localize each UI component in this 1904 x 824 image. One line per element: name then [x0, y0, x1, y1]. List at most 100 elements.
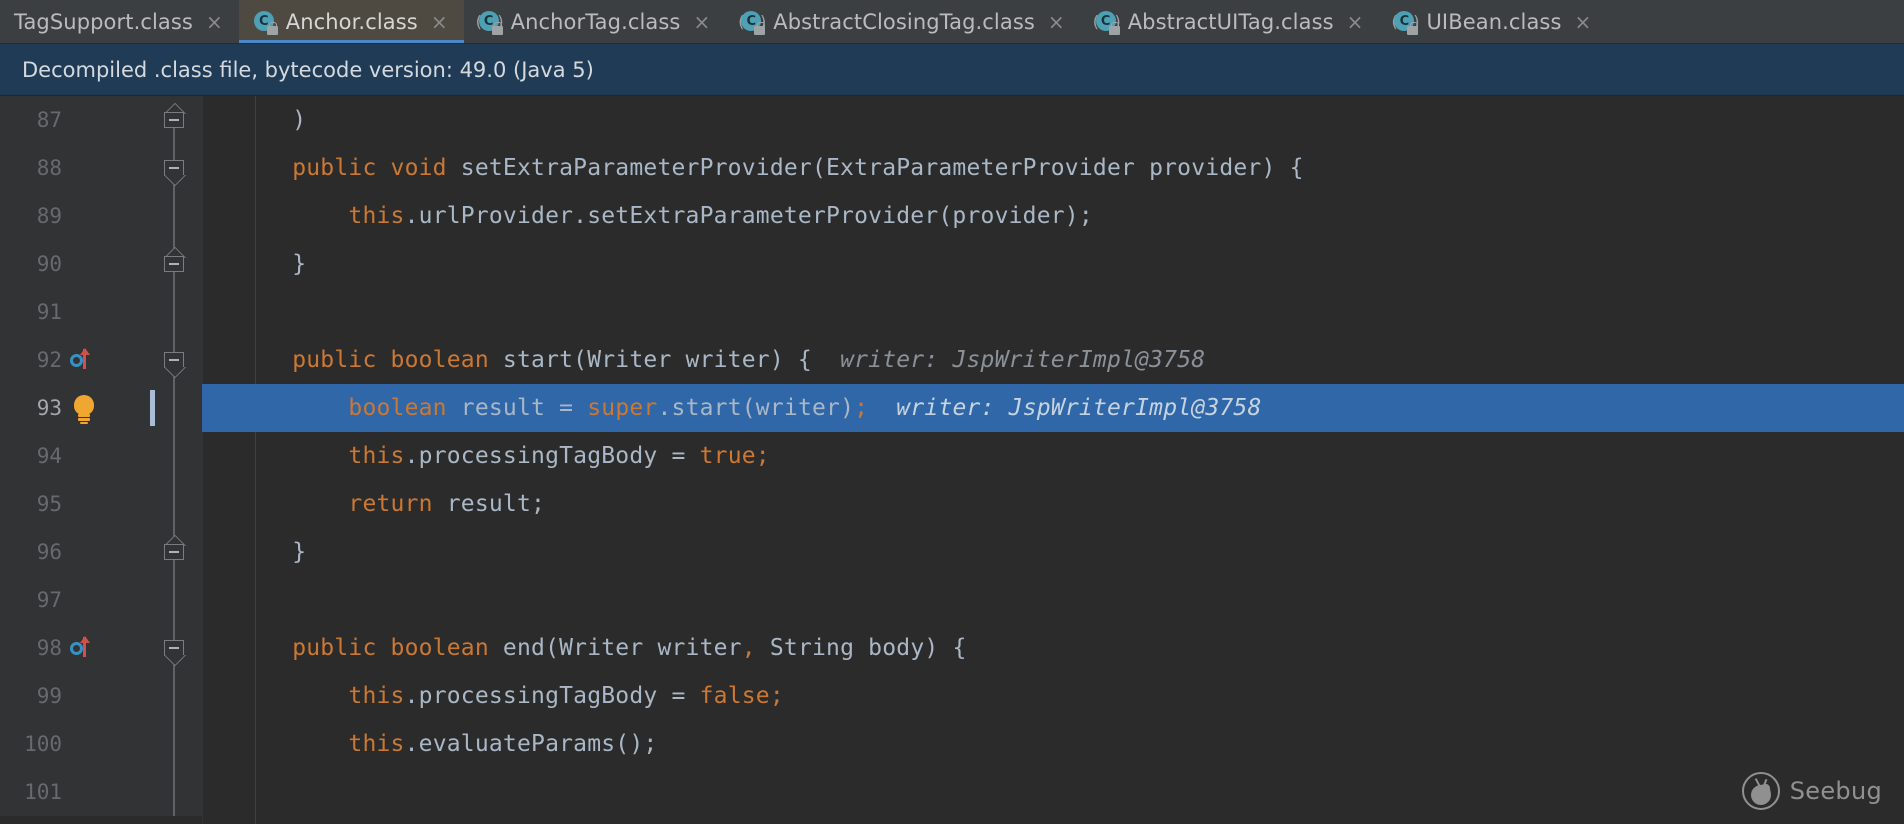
code-folding-column[interactable]	[146, 432, 202, 480]
gutter[interactable]: 88	[0, 144, 146, 192]
gutter[interactable]: 96	[0, 528, 146, 576]
code-line-89[interactable]: 89 this.urlProvider.setExtraParameterPro…	[0, 192, 1904, 240]
banner-message: Decompiled .class file, bytecode version…	[22, 58, 594, 82]
editor-tab-anchor-class[interactable]: CAnchor.class×	[239, 0, 464, 44]
code-folding-column[interactable]	[146, 672, 202, 720]
code-text[interactable]: public boolean end(Writer writer, String…	[202, 624, 1904, 672]
code-line-92[interactable]: 92 public boolean start(Writer writer) {…	[0, 336, 1904, 384]
code-text[interactable]: this.processingTagBody = true;	[202, 432, 1904, 480]
code-folding-column[interactable]	[146, 336, 202, 384]
code-text[interactable]: boolean result = super.start(writer); wr…	[202, 384, 1904, 432]
code-line-95[interactable]: 95 return result;	[0, 480, 1904, 528]
code-folding-column[interactable]	[146, 240, 202, 288]
line-number: 98	[0, 636, 62, 660]
fold-collapse-icon[interactable]	[164, 109, 184, 131]
gutter[interactable]: 90	[0, 240, 146, 288]
code-folding-column[interactable]	[146, 144, 202, 192]
code-line-97[interactable]: 97	[0, 576, 1904, 624]
code-folding-column[interactable]	[146, 288, 202, 336]
editor-tab-abstractclosingtag-class[interactable]: ()CAbstractClosingTag.class×	[726, 0, 1080, 44]
fold-collapse-icon[interactable]	[164, 157, 184, 179]
code-folding-column[interactable]	[146, 192, 202, 240]
gutter[interactable]: 99	[0, 672, 146, 720]
code-text[interactable]	[202, 288, 1904, 336]
fold-region-line	[173, 768, 175, 816]
line-number: 87	[0, 108, 62, 132]
code-line-90[interactable]: 90 }	[0, 240, 1904, 288]
tab-label: AnchorTag.class	[511, 10, 681, 34]
code-editor[interactable]: 87 )88 public void setExtraParameterProv…	[0, 96, 1904, 824]
fold-collapse-icon[interactable]	[164, 349, 184, 371]
code-line-87[interactable]: 87 )	[0, 96, 1904, 144]
code-line-96[interactable]: 96 }	[0, 528, 1904, 576]
tab-label: Anchor.class	[286, 10, 418, 34]
fold-region-line	[173, 672, 175, 720]
code-token: .evaluateParams();	[405, 731, 658, 757]
code-lines: 87 )88 public void setExtraParameterProv…	[0, 96, 1904, 816]
editor-tab-tagsupport-class[interactable]: TagSupport.class×	[0, 0, 239, 44]
close-icon[interactable]: ×	[1048, 12, 1065, 32]
code-line-93[interactable]: 93 boolean result = super.start(writer);…	[0, 384, 1904, 432]
gutter[interactable]: 92	[0, 336, 146, 384]
close-icon[interactable]: ×	[431, 12, 448, 32]
gutter[interactable]: 91	[0, 288, 146, 336]
code-folding-column[interactable]	[146, 96, 202, 144]
code-text[interactable]: }	[202, 240, 1904, 288]
gutter[interactable]: 98	[0, 624, 146, 672]
gutter[interactable]: 97	[0, 576, 146, 624]
fold-region-line	[173, 720, 175, 768]
code-folding-column[interactable]	[146, 528, 202, 576]
gutter[interactable]: 94	[0, 432, 146, 480]
code-line-91[interactable]: 91	[0, 288, 1904, 336]
code-line-88[interactable]: 88 public void setExtraParameterProvider…	[0, 144, 1904, 192]
gutter[interactable]: 87	[0, 96, 146, 144]
tab-label: UIBean.class	[1426, 10, 1561, 34]
gutter[interactable]: 101	[0, 768, 146, 816]
code-text[interactable]: public void setExtraParameterProvider(Ex…	[202, 144, 1904, 192]
code-line-100[interactable]: 100 this.evaluateParams();	[0, 720, 1904, 768]
code-text[interactable]: this.processingTagBody = false;	[202, 672, 1904, 720]
close-icon[interactable]: ×	[693, 12, 710, 32]
code-folding-column[interactable]	[146, 720, 202, 768]
line-number: 100	[0, 732, 62, 756]
code-text[interactable]: }	[202, 528, 1904, 576]
code-line-94[interactable]: 94 this.processingTagBody = true;	[0, 432, 1904, 480]
code-text[interactable]	[202, 576, 1904, 624]
code-text[interactable]: public boolean start(Writer writer) { wr…	[202, 336, 1904, 384]
code-text[interactable]: this.evaluateParams();	[202, 720, 1904, 768]
code-line-98[interactable]: 98 public boolean end(Writer writer, Str…	[0, 624, 1904, 672]
fold-collapse-icon[interactable]	[164, 637, 184, 659]
code-line-101[interactable]: 101	[0, 768, 1904, 816]
fold-collapse-icon[interactable]	[164, 541, 184, 563]
editor-tab-abstractuitag-class[interactable]: ()CAbstractUITag.class×	[1081, 0, 1380, 44]
code-token: }	[236, 251, 306, 277]
gutter[interactable]: 93	[0, 384, 146, 432]
gutter[interactable]: 95	[0, 480, 146, 528]
fold-region-line	[173, 384, 175, 432]
fold-region-line	[173, 480, 175, 528]
close-icon[interactable]: ×	[1347, 12, 1364, 32]
intention-bulb-icon[interactable]	[68, 393, 102, 423]
run-method-icon[interactable]	[68, 635, 102, 661]
fold-collapse-icon[interactable]	[164, 253, 184, 275]
code-folding-column[interactable]	[146, 576, 202, 624]
line-number: 93	[0, 396, 62, 420]
gutter[interactable]: 89	[0, 192, 146, 240]
close-icon[interactable]: ×	[206, 12, 223, 32]
editor-tab-bar: TagSupport.class×CAnchor.class×()CAnchor…	[0, 0, 1904, 44]
editor-tab-uibean-class[interactable]: ()CUIBean.class×	[1379, 0, 1607, 44]
code-text[interactable]: this.urlProvider.setExtraParameterProvid…	[202, 192, 1904, 240]
code-folding-column[interactable]	[146, 768, 202, 816]
code-text[interactable]: return result;	[202, 480, 1904, 528]
run-method-icon[interactable]	[68, 347, 102, 373]
inline-parameter-hint: writer: JspWriterImpl@3758	[868, 395, 1261, 421]
gutter[interactable]: 100	[0, 720, 146, 768]
code-token: false;	[700, 683, 784, 709]
close-icon[interactable]: ×	[1575, 12, 1592, 32]
code-folding-column[interactable]	[146, 624, 202, 672]
code-line-99[interactable]: 99 this.processingTagBody = false;	[0, 672, 1904, 720]
code-text[interactable]	[202, 768, 1904, 816]
code-text[interactable]: )	[202, 96, 1904, 144]
editor-tab-anchortag-class[interactable]: ()CAnchorTag.class×	[464, 0, 727, 44]
code-folding-column[interactable]	[146, 480, 202, 528]
